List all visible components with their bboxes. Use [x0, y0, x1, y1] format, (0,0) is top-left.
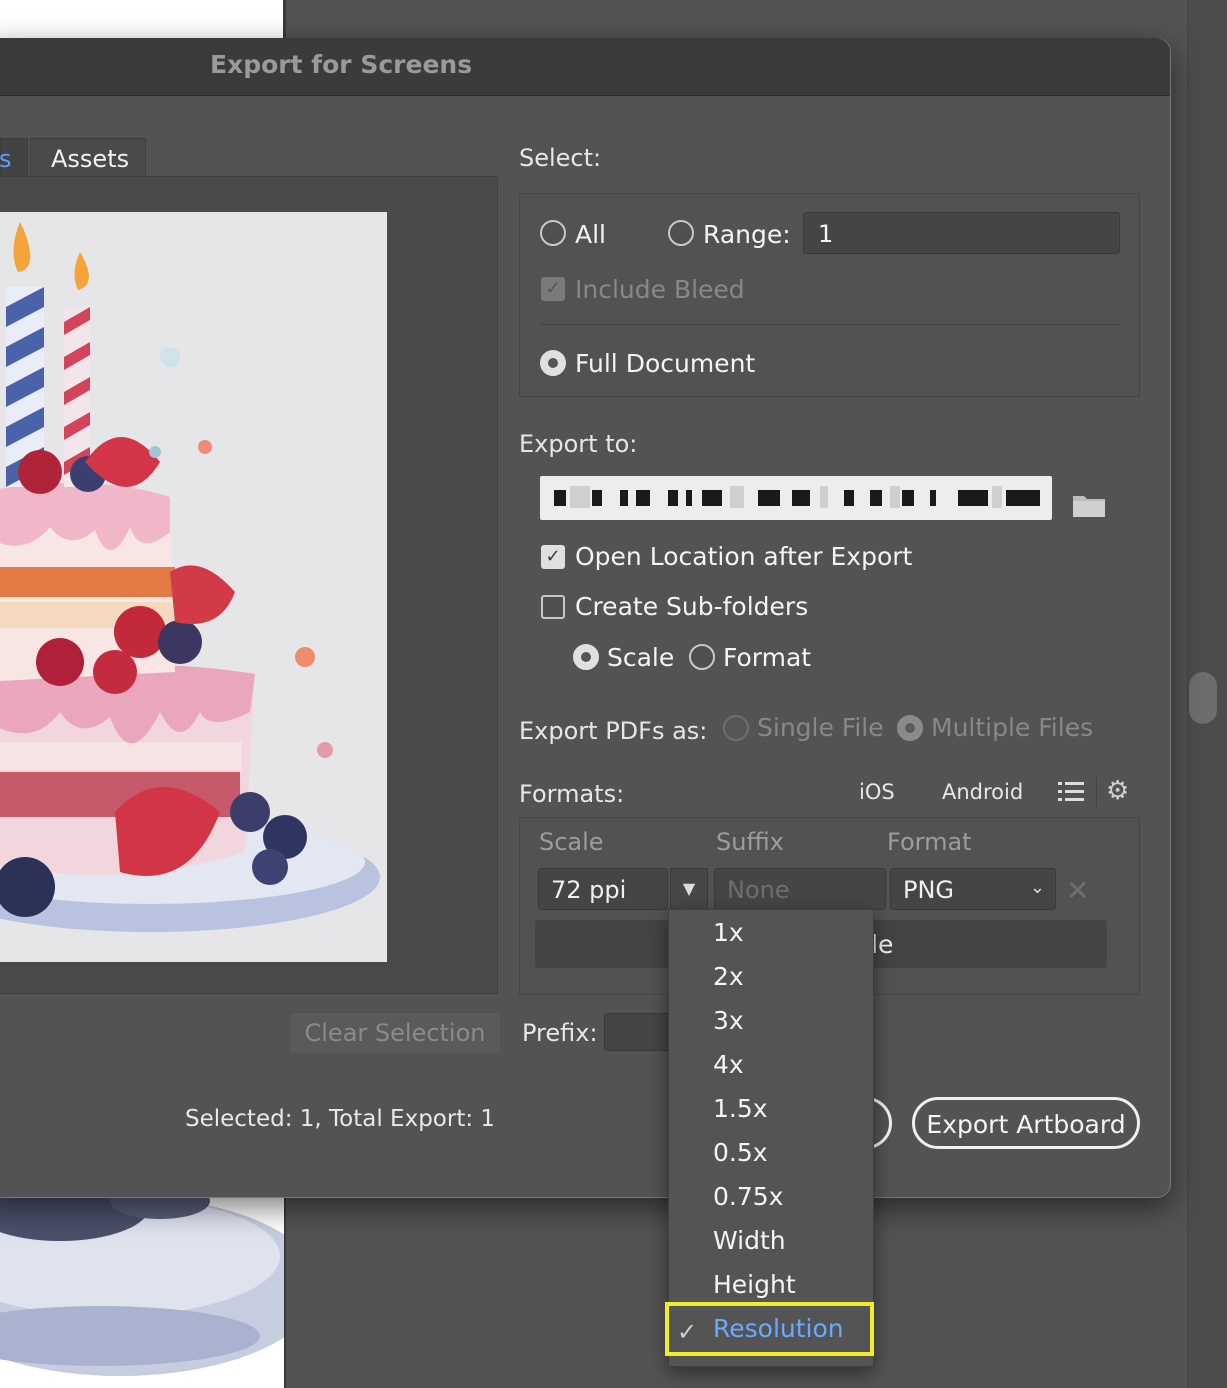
- create-subfolders-checkbox[interactable]: [541, 595, 565, 619]
- format-select-value: PNG: [903, 876, 955, 904]
- scale-dropdown-button[interactable]: ▼: [670, 868, 708, 910]
- export-path-field[interactable]: [540, 476, 1052, 520]
- dropdown-item-0-75x[interactable]: 0.75x: [713, 1182, 783, 1211]
- dropdown-item-1-5x[interactable]: 1.5x: [713, 1094, 768, 1123]
- tab-artboards[interactable]: s: [0, 138, 28, 176]
- open-location-checkbox[interactable]: ✓: [541, 545, 565, 569]
- range-input[interactable]: 1: [803, 212, 1120, 254]
- dropdown-item-0-5x[interactable]: 0.5x: [713, 1138, 768, 1167]
- select-all-radio[interactable]: [540, 220, 566, 246]
- background-canvas-top: [0, 0, 284, 40]
- dialog-titlebar: [0, 38, 1170, 96]
- folder-icon[interactable]: [1072, 492, 1106, 518]
- column-header-scale: Scale: [539, 828, 604, 856]
- dropdown-item-width[interactable]: Width: [713, 1226, 786, 1255]
- add-scale-label: le: [871, 930, 894, 959]
- resolution-highlight-annotation: [665, 1302, 874, 1356]
- scale-input[interactable]: 72 ppi: [538, 868, 668, 910]
- dropdown-item-4x[interactable]: 4x: [713, 1050, 744, 1079]
- dropdown-item-2x[interactable]: 2x: [713, 962, 744, 991]
- column-header-format: Format: [887, 828, 972, 856]
- select-separator: [540, 324, 1120, 325]
- select-range-label: Range:: [703, 220, 791, 249]
- gear-icon[interactable]: ⚙: [1106, 776, 1129, 806]
- dropdown-item-3x[interactable]: 3x: [713, 1006, 744, 1035]
- subfolder-format-label: Format: [723, 643, 812, 672]
- chevron-down-icon: ⌄: [1029, 877, 1045, 898]
- subfolder-scale-label: Scale: [607, 643, 675, 672]
- dropdown-item-1x[interactable]: 1x: [713, 918, 744, 947]
- multiple-files-label: Multiple Files: [931, 713, 1094, 742]
- triangle-down-icon: ▼: [682, 879, 696, 898]
- android-preset-button[interactable]: Android: [942, 780, 1023, 804]
- tab-artboards-label: s: [0, 145, 12, 173]
- selection-status: Selected: 1, Total Export: 1: [185, 1106, 496, 1132]
- list-icon[interactable]: [1058, 779, 1084, 805]
- create-subfolders-label: Create Sub-folders: [575, 592, 809, 621]
- formats-label: Formats:: [519, 780, 625, 808]
- remove-format-icon[interactable]: ✕: [1066, 874, 1089, 907]
- include-bleed-label: Include Bleed: [575, 275, 745, 304]
- background-scrollbar[interactable]: [1189, 672, 1217, 724]
- prefix-label: Prefix:: [522, 1019, 598, 1047]
- column-header-suffix: Suffix: [716, 828, 784, 856]
- single-file-radio[interactable]: [723, 715, 749, 741]
- suffix-input[interactable]: None: [714, 868, 886, 910]
- ios-preset-button[interactable]: iOS: [859, 780, 895, 804]
- subfolder-format-radio[interactable]: [689, 644, 715, 670]
- tab-assets[interactable]: Assets: [30, 138, 146, 176]
- export-to-label: Export to:: [519, 430, 638, 458]
- subfolder-scale-radio[interactable]: [573, 644, 599, 670]
- select-range-radio[interactable]: [668, 220, 694, 246]
- clear-selection-button[interactable]: Clear Selection: [290, 1013, 500, 1053]
- select-all-label: All: [575, 220, 606, 249]
- export-pdfs-label: Export PDFs as:: [519, 717, 708, 745]
- full-document-radio[interactable]: [540, 350, 566, 376]
- dropdown-item-height[interactable]: Height: [713, 1270, 796, 1299]
- format-select[interactable]: PNG ⌄: [890, 868, 1056, 910]
- formats-toolbar-divider: [1096, 777, 1097, 807]
- single-file-label: Single File: [757, 713, 884, 742]
- full-document-label: Full Document: [575, 349, 756, 378]
- artboard-thumbnail[interactable]: [0, 212, 387, 962]
- dialog-title: Export for Screens: [210, 50, 473, 79]
- multiple-files-radio[interactable]: [897, 715, 923, 741]
- open-location-label: Open Location after Export: [575, 542, 913, 571]
- export-artboard-button[interactable]: Export Artboard: [912, 1097, 1140, 1149]
- select-label: Select:: [519, 144, 602, 172]
- prefix-input[interactable]: [604, 1013, 674, 1051]
- include-bleed-checkbox[interactable]: ✓: [541, 277, 565, 301]
- background-canvas-artwork: [0, 1196, 284, 1388]
